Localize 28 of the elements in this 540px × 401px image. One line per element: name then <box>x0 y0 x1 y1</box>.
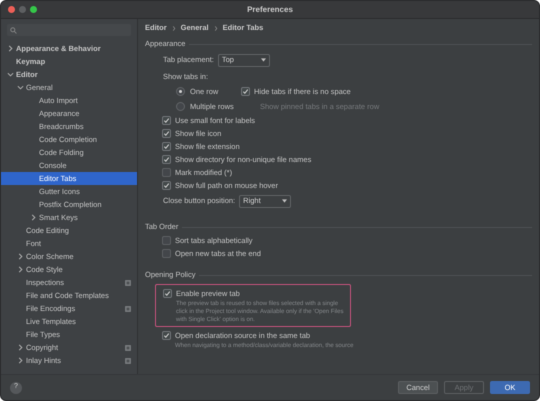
radio-button[interactable] <box>176 102 185 111</box>
caret-down-icon <box>282 199 288 203</box>
checkbox[interactable] <box>162 142 171 151</box>
chevron-right-icon[interactable] <box>7 45 14 52</box>
checkbox[interactable] <box>241 87 250 96</box>
close-icon[interactable] <box>8 6 15 13</box>
checkbox[interactable] <box>162 249 171 258</box>
checkbox[interactable] <box>162 129 171 138</box>
checkbox[interactable] <box>162 331 171 340</box>
checkbox[interactable] <box>162 116 171 125</box>
checkbox[interactable] <box>162 155 171 164</box>
checkmark-icon <box>163 332 170 339</box>
search-field[interactable] <box>7 24 131 36</box>
search-icon <box>10 26 17 34</box>
zoom-icon[interactable] <box>30 6 37 13</box>
chevron-right-icon[interactable] <box>30 214 37 221</box>
radio-button[interactable] <box>176 87 185 96</box>
chevron-right-icon <box>214 26 218 30</box>
checkmark-icon <box>163 182 170 189</box>
checkmark-icon <box>242 88 249 95</box>
checkbox[interactable] <box>162 181 171 190</box>
checkmark-icon <box>164 290 171 297</box>
window-title: Preferences <box>247 4 293 16</box>
checkbox[interactable] <box>163 289 172 298</box>
checkbox[interactable] <box>162 168 171 177</box>
checkbox[interactable] <box>162 236 171 245</box>
chevron-right-icon <box>172 26 176 30</box>
caret-down-icon <box>260 58 266 62</box>
